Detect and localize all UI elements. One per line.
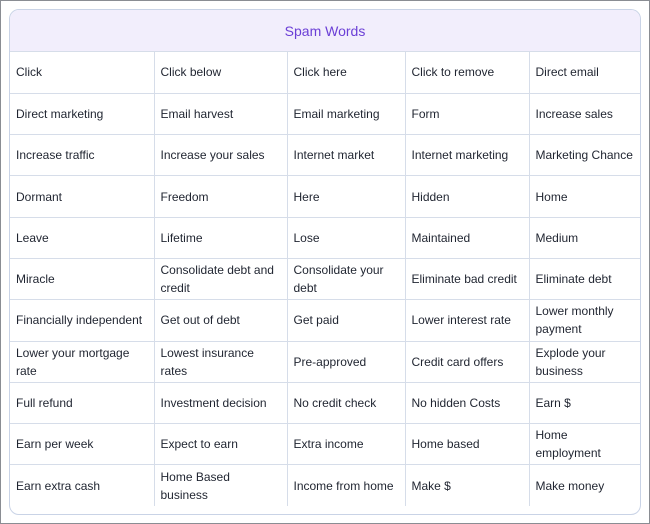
table-cell: Eliminate bad credit bbox=[405, 258, 530, 301]
table-cell: Email harvest bbox=[154, 93, 288, 136]
table-cell: Get paid bbox=[287, 299, 406, 342]
table-cell: Form bbox=[405, 93, 530, 136]
table-cell: Income from home bbox=[287, 464, 406, 507]
table-cell: Click to remove bbox=[405, 52, 530, 94]
table-cell: Extra income bbox=[287, 423, 406, 466]
table-cell: Leave bbox=[10, 217, 155, 259]
table-cell: Home based bbox=[405, 423, 530, 466]
table-cell: Internet market bbox=[287, 134, 406, 177]
table-row: Dormant Freedom Here Hidden Home bbox=[10, 175, 640, 218]
table-cell: Miracle bbox=[10, 258, 155, 301]
table-cell: Home Based business bbox=[154, 464, 288, 507]
table-cell: Full refund bbox=[10, 382, 155, 425]
table-cell: Lower interest rate bbox=[405, 299, 530, 342]
table-cell: Click below bbox=[154, 52, 288, 94]
table-cell: Lose bbox=[287, 217, 406, 259]
table-cell: Marketing Chance bbox=[529, 134, 640, 177]
table-cell: Increase your sales bbox=[154, 134, 288, 177]
table-cell: Pre-approved bbox=[287, 341, 406, 383]
table-cell: Increase traffic bbox=[10, 134, 155, 177]
table-title: Spam Words bbox=[10, 10, 640, 52]
table-cell: Make money bbox=[535, 478, 605, 493]
table-cell: Freedom bbox=[154, 175, 288, 218]
table-cell: Earn extra cash bbox=[10, 464, 155, 507]
table-cell: Direct marketing bbox=[10, 93, 155, 136]
table-body: Click Click below Click here Click to remov… bbox=[10, 52, 640, 507]
table-cell: Earn per week bbox=[10, 423, 155, 466]
table-cell: Consolidate debt and credit bbox=[154, 258, 288, 301]
table-cell: Direct email bbox=[529, 52, 640, 94]
table-cell: Email marketing bbox=[287, 93, 406, 136]
table-cell: Expect to earn bbox=[154, 423, 288, 466]
table-cell: Get out of debt bbox=[154, 299, 288, 342]
table-cell: Internet marketing bbox=[405, 134, 530, 177]
table-cell: Eliminate debt bbox=[529, 258, 640, 301]
table-cell: Explode your business bbox=[529, 341, 640, 383]
table-row: Earn extra cash Home Based business Income… bbox=[10, 464, 640, 507]
table-row: Lower your mortgage rate Lowest insurance… bbox=[10, 341, 640, 383]
table-row: Earn per week Expect to earn Extra income H… bbox=[10, 423, 640, 466]
table-row: Click Click below Click here Click to remov… bbox=[10, 52, 640, 94]
table-cell: No hidden Costs bbox=[405, 382, 530, 425]
table-cell: Maintained bbox=[405, 217, 530, 259]
table-row: Leave Lifetime Lose Maintained Medium bbox=[10, 217, 640, 259]
spam-words-card: Spam Words Click Click below Click here Cli… bbox=[9, 9, 641, 515]
table-row: Increase traffic Increase your sales Inter… bbox=[10, 134, 640, 177]
table-cell: Lowest insurance rates bbox=[154, 341, 288, 383]
table-cell: Consolidate your debt bbox=[287, 258, 406, 301]
table-row: Direct marketing Email harvest Email marke… bbox=[10, 93, 640, 136]
table-cell: Dormant bbox=[10, 175, 155, 218]
table-cell: Home employment bbox=[529, 423, 640, 466]
table-cell: Increase sales bbox=[529, 93, 640, 136]
table-cell: Investment decision bbox=[154, 382, 288, 425]
table-cell: Hidden bbox=[405, 175, 530, 218]
spam-words-table: Click Click below Click here Click to remov… bbox=[10, 52, 640, 507]
table-cell: Make $ bbox=[405, 464, 530, 507]
table-cell: Click bbox=[10, 52, 155, 94]
table-cell: Home bbox=[529, 175, 640, 218]
screenshot-frame: Spam Words Click Click below Click here Cli… bbox=[0, 0, 650, 524]
table-cell: Lifetime bbox=[154, 217, 288, 259]
table-cell: Financially independent bbox=[10, 299, 155, 342]
table-row: Financially independent Get out of debt Ge… bbox=[10, 299, 640, 342]
table-cell: Here bbox=[287, 175, 406, 218]
table-row: Full refund Investment decision No credit … bbox=[10, 382, 640, 425]
table-cell: Earn $ bbox=[529, 382, 640, 425]
table-cell: Credit card offers bbox=[405, 341, 530, 383]
table-row: Miracle Consolidate debt and credit Consol… bbox=[10, 258, 640, 301]
table-cell: Lower your mortgage rate bbox=[10, 341, 155, 383]
table-cell: Medium bbox=[529, 217, 640, 259]
table-cell: No credit check bbox=[287, 382, 406, 425]
table-cell: Lower monthly payment bbox=[529, 299, 640, 342]
table-cell: Click here bbox=[287, 52, 406, 94]
